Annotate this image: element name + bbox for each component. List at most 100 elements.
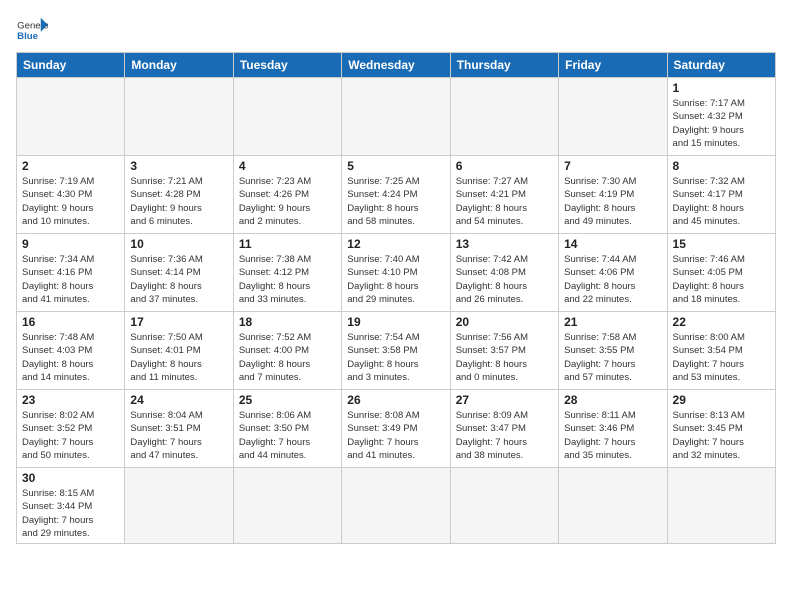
day-info: Sunrise: 7:38 AM Sunset: 4:12 PM Dayligh… <box>239 253 336 306</box>
day-info: Sunrise: 8:09 AM Sunset: 3:47 PM Dayligh… <box>456 409 553 462</box>
day-number: 4 <box>239 159 336 173</box>
calendar-cell: 18Sunrise: 7:52 AM Sunset: 4:00 PM Dayli… <box>233 312 341 390</box>
weekday-header-wednesday: Wednesday <box>342 53 450 78</box>
day-info: Sunrise: 7:42 AM Sunset: 4:08 PM Dayligh… <box>456 253 553 306</box>
weekday-header-saturday: Saturday <box>667 53 775 78</box>
calendar-cell <box>125 468 233 544</box>
week-row-4: 16 Sunrise: 7:48 AM Sunset: 4:03 PM Dayli… <box>17 312 776 390</box>
calendar-cell: 30 Sunrise: 8:15 AM Sunset: 3:44 PM Dayli… <box>17 468 125 544</box>
calendar-cell <box>342 468 450 544</box>
day-number: 16 <box>22 315 119 329</box>
day-number: 29 <box>673 393 770 407</box>
day-info: Sunrise: 7:40 AM Sunset: 4:10 PM Dayligh… <box>347 253 444 306</box>
day-info: Sunrise: 7:46 AM Sunset: 4:05 PM Dayligh… <box>673 253 770 306</box>
day-number: 5 <box>347 159 444 173</box>
day-info: Sunrise: 7:23 AM Sunset: 4:26 PM Dayligh… <box>239 175 336 228</box>
day-number: 28 <box>564 393 661 407</box>
day-number: 14 <box>564 237 661 251</box>
day-info: Sunrise: 8:02 AM Sunset: 3:52 PM Dayligh… <box>22 409 119 462</box>
calendar-cell: 2 Sunrise: 7:19 AM Sunset: 4:30 PM Daylig… <box>17 156 125 234</box>
day-info: Sunrise: 7:19 AM Sunset: 4:30 PM Dayligh… <box>22 175 119 228</box>
day-number: 15 <box>673 237 770 251</box>
calendar-cell: 4 Sunrise: 7:23 AM Sunset: 4:26 PM Daylig… <box>233 156 341 234</box>
weekday-header-thursday: Thursday <box>450 53 558 78</box>
calendar-cell: 15 Sunrise: 7:46 AM Sunset: 4:05 PM Dayli… <box>667 234 775 312</box>
day-info: Sunrise: 8:04 AM Sunset: 3:51 PM Dayligh… <box>130 409 227 462</box>
day-info: Sunrise: 7:25 AM Sunset: 4:24 PM Dayligh… <box>347 175 444 228</box>
day-info: Sunrise: 7:21 AM Sunset: 4:28 PM Dayligh… <box>130 175 227 228</box>
calendar-cell <box>233 78 341 156</box>
week-row-1: 1 Sunrise: 7:17 AM Sunset: 4:32 PM Daylig… <box>17 78 776 156</box>
day-info: Sunrise: 7:27 AM Sunset: 4:21 PM Dayligh… <box>456 175 553 228</box>
week-row-5: 23 Sunrise: 8:02 AM Sunset: 3:52 PM Dayli… <box>17 390 776 468</box>
day-info: Sunrise: 7:17 AM Sunset: 4:32 PM Dayligh… <box>673 97 770 150</box>
header: General Blue <box>16 16 776 44</box>
day-info: Sunrise: 7:58 AM Sunset: 3:55 PM Dayligh… <box>564 331 661 384</box>
calendar-cell: 28 Sunrise: 8:11 AM Sunset: 3:46 PM Dayli… <box>559 390 667 468</box>
calendar-cell: 6 Sunrise: 7:27 AM Sunset: 4:21 PM Daylig… <box>450 156 558 234</box>
day-number: 19 <box>347 315 444 329</box>
calendar-cell: 21 Sunrise: 7:58 AM Sunset: 3:55 PM Dayli… <box>559 312 667 390</box>
calendar-page: General Blue SundayMondayTuesdayWednesda… <box>0 0 792 612</box>
calendar-cell: 5 Sunrise: 7:25 AM Sunset: 4:24 PM Daylig… <box>342 156 450 234</box>
day-number: 23 <box>22 393 119 407</box>
day-number: 6 <box>456 159 553 173</box>
calendar-cell: 3 Sunrise: 7:21 AM Sunset: 4:28 PM Daylig… <box>125 156 233 234</box>
day-number: 2 <box>22 159 119 173</box>
day-info: Sunrise: 8:08 AM Sunset: 3:49 PM Dayligh… <box>347 409 444 462</box>
calendar-cell: 9 Sunrise: 7:34 AM Sunset: 4:16 PM Daylig… <box>17 234 125 312</box>
day-number: 10 <box>130 237 227 251</box>
weekday-header-sunday: Sunday <box>17 53 125 78</box>
day-number: 26 <box>347 393 444 407</box>
day-number: 30 <box>22 471 119 485</box>
svg-text:Blue: Blue <box>17 31 38 42</box>
calendar-cell: 23 Sunrise: 8:02 AM Sunset: 3:52 PM Dayli… <box>17 390 125 468</box>
day-number: 22 <box>673 315 770 329</box>
calendar-cell <box>233 468 341 544</box>
week-row-3: 9 Sunrise: 7:34 AM Sunset: 4:16 PM Daylig… <box>17 234 776 312</box>
calendar-cell <box>450 468 558 544</box>
day-number: 9 <box>22 237 119 251</box>
weekday-header-monday: Monday <box>125 53 233 78</box>
calendar-cell <box>559 468 667 544</box>
calendar-cell: 22 Sunrise: 8:00 AM Sunset: 3:54 PM Dayli… <box>667 312 775 390</box>
calendar-cell <box>450 78 558 156</box>
calendar-cell: 19Sunrise: 7:54 AM Sunset: 3:58 PM Dayli… <box>342 312 450 390</box>
calendar-cell <box>125 78 233 156</box>
week-row-6: 30 Sunrise: 8:15 AM Sunset: 3:44 PM Dayli… <box>17 468 776 544</box>
day-number: 21 <box>564 315 661 329</box>
calendar-cell <box>667 468 775 544</box>
day-info: Sunrise: 7:30 AM Sunset: 4:19 PM Dayligh… <box>564 175 661 228</box>
calendar-cell: 11 Sunrise: 7:38 AM Sunset: 4:12 PM Dayli… <box>233 234 341 312</box>
calendar-cell <box>17 78 125 156</box>
calendar-cell: 20 Sunrise: 7:56 AM Sunset: 3:57 PM Dayli… <box>450 312 558 390</box>
day-number: 11 <box>239 237 336 251</box>
calendar-cell: 26 Sunrise: 8:08 AM Sunset: 3:49 PM Dayli… <box>342 390 450 468</box>
calendar-header: SundayMondayTuesdayWednesdayThursdayFrid… <box>17 53 776 78</box>
calendar-cell: 1 Sunrise: 7:17 AM Sunset: 4:32 PM Daylig… <box>667 78 775 156</box>
logo-icon: General Blue <box>16 16 48 44</box>
day-number: 1 <box>673 81 770 95</box>
day-info: Sunrise: 7:48 AM Sunset: 4:03 PM Dayligh… <box>22 331 119 384</box>
weekday-header-friday: Friday <box>559 53 667 78</box>
day-info: Sunrise: 8:11 AM Sunset: 3:46 PM Dayligh… <box>564 409 661 462</box>
day-info: Sunrise: 8:15 AM Sunset: 3:44 PM Dayligh… <box>22 487 119 540</box>
calendar-cell: 16 Sunrise: 7:48 AM Sunset: 4:03 PM Dayli… <box>17 312 125 390</box>
day-number: 3 <box>130 159 227 173</box>
calendar-table: SundayMondayTuesdayWednesdayThursdayFrid… <box>16 52 776 544</box>
day-number: 27 <box>456 393 553 407</box>
day-info: Sunrise: 8:00 AM Sunset: 3:54 PM Dayligh… <box>673 331 770 384</box>
day-info: Sunrise: 7:56 AM Sunset: 3:57 PM Dayligh… <box>456 331 553 384</box>
day-number: 17 <box>130 315 227 329</box>
calendar-cell <box>559 78 667 156</box>
calendar-cell: 24Sunrise: 8:04 AM Sunset: 3:51 PM Dayli… <box>125 390 233 468</box>
day-info: Sunrise: 7:44 AM Sunset: 4:06 PM Dayligh… <box>564 253 661 306</box>
day-info: Sunrise: 8:06 AM Sunset: 3:50 PM Dayligh… <box>239 409 336 462</box>
day-number: 20 <box>456 315 553 329</box>
calendar-cell: 14 Sunrise: 7:44 AM Sunset: 4:06 PM Dayli… <box>559 234 667 312</box>
calendar-cell: 10Sunrise: 7:36 AM Sunset: 4:14 PM Dayli… <box>125 234 233 312</box>
weekday-row: SundayMondayTuesdayWednesdayThursdayFrid… <box>17 53 776 78</box>
day-info: Sunrise: 7:34 AM Sunset: 4:16 PM Dayligh… <box>22 253 119 306</box>
calendar-body: 1 Sunrise: 7:17 AM Sunset: 4:32 PM Daylig… <box>17 78 776 544</box>
week-row-2: 2 Sunrise: 7:19 AM Sunset: 4:30 PM Daylig… <box>17 156 776 234</box>
